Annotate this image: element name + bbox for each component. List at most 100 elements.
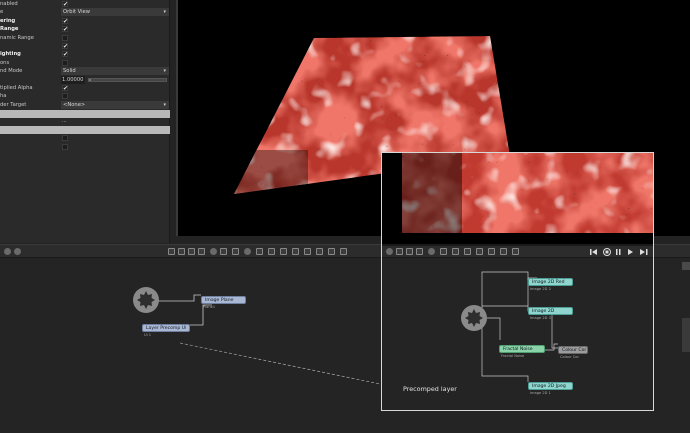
property-label: e xyxy=(0,9,4,16)
property-slider[interactable] xyxy=(88,77,167,82)
gear-icon[interactable] xyxy=(198,248,205,255)
layer-precomp-node[interactable]: Layer Precomp Ui xyxy=(142,324,190,332)
zoom-icon[interactable] xyxy=(280,248,287,255)
node-label: Image 2D Jpeg xyxy=(532,384,566,389)
property-dropdown[interactable]: Solid ▾ xyxy=(61,67,169,76)
property-row: namic Range xyxy=(0,34,170,42)
property-checkbox[interactable]: ✔ xyxy=(62,1,68,8)
skip-back-icon[interactable] xyxy=(590,249,597,255)
frame-icon[interactable] xyxy=(452,248,459,255)
settings-icon[interactable] xyxy=(512,248,519,255)
node-sublabel: Plane1 xyxy=(203,305,216,309)
node-sublabel: Fractal Noise xyxy=(501,354,525,358)
grid-icon[interactable] xyxy=(188,248,195,255)
property-row: ✔ xyxy=(0,42,170,50)
property-label: der Target xyxy=(0,101,27,108)
inset-screenshot: Image 2D Red Image 2D 2 Image 2D Image 2… xyxy=(381,152,654,411)
node-icon[interactable] xyxy=(14,248,21,255)
property-row: e Orbit View ▾ xyxy=(0,8,170,17)
fit-icon[interactable] xyxy=(292,248,299,255)
property-label: nabled xyxy=(0,1,18,7)
property-label: namic Range xyxy=(0,34,34,41)
play-icon[interactable] xyxy=(628,249,633,255)
layers-icon[interactable] xyxy=(406,248,413,255)
colour-correct-node[interactable]: Colour Cor xyxy=(558,346,588,354)
view-icon[interactable] xyxy=(304,248,311,255)
image-2d-node[interactable]: Image 2D xyxy=(528,307,573,315)
property-bar[interactable] xyxy=(0,126,170,134)
property-checkbox[interactable] xyxy=(62,93,68,100)
image-plane-node[interactable]: Image Plane xyxy=(201,296,246,304)
property-label: tiplied Alpha xyxy=(0,85,33,91)
node-label: Layer Precomp Ui xyxy=(146,326,187,331)
property-row: nd Mode Solid ▾ xyxy=(0,67,170,76)
copy-icon[interactable] xyxy=(168,248,175,255)
property-label: Range xyxy=(0,26,19,33)
pause-icon[interactable] xyxy=(616,249,621,255)
align-icon[interactable] xyxy=(268,248,275,255)
eye-icon[interactable] xyxy=(428,248,435,255)
playback-controls xyxy=(590,248,648,256)
property-row: ering ✔ xyxy=(0,17,170,25)
property-checkbox[interactable]: ✔ xyxy=(62,26,68,33)
inset-toolbar xyxy=(382,246,653,258)
app-window: nabled ✔ e Orbit View ▾ ering ✔ Range ✔ namic Ran… xyxy=(0,0,690,433)
property-row: nabled ✔ xyxy=(0,0,170,8)
snap-icon[interactable] xyxy=(464,248,471,255)
fractal-noise-node[interactable]: Fractal Noise xyxy=(499,345,545,353)
property-label: ering xyxy=(0,17,16,24)
property-checkbox[interactable]: ✔ xyxy=(62,51,68,58)
node-label: Image 2D xyxy=(532,309,555,314)
image-2d-jpeg-node[interactable]: Image 2D Jpeg xyxy=(528,382,573,390)
node-sublabel: Image 2D 2 xyxy=(530,287,551,291)
export-icon[interactable] xyxy=(328,248,335,255)
settings-icon[interactable] xyxy=(340,248,347,255)
inset-gear-icon[interactable] xyxy=(460,304,488,332)
precomped-layer-caption: Precomped layer xyxy=(403,385,457,393)
filter-icon[interactable] xyxy=(220,248,227,255)
record-icon[interactable] xyxy=(244,248,251,255)
property-checkbox[interactable] xyxy=(62,59,68,66)
node-label: Image Plane xyxy=(205,298,234,303)
trailing-checkbox[interactable] xyxy=(62,144,68,150)
node-sublabel: Image 2D 3 xyxy=(530,316,551,320)
property-dropdown[interactable]: <None> ▾ xyxy=(61,100,169,109)
property-checkbox[interactable] xyxy=(62,34,68,41)
properties-panel: nabled ✔ e Orbit View ▾ ering ✔ Range ✔ namic Ran… xyxy=(0,0,170,243)
inset-texture xyxy=(402,153,653,233)
property-checkbox[interactable]: ✔ xyxy=(62,17,68,24)
grid-icon[interactable] xyxy=(416,248,423,255)
property-row xyxy=(0,134,170,142)
property-checkbox[interactable]: ✔ xyxy=(62,85,68,92)
stop-icon[interactable] xyxy=(603,248,611,256)
property-label: ons xyxy=(0,59,10,66)
panel-handle[interactable] xyxy=(682,262,690,270)
chevron-down-icon: ▾ xyxy=(163,68,166,75)
panel-scrollbar[interactable] xyxy=(682,318,690,352)
link-icon[interactable] xyxy=(4,248,11,255)
root-gear-icon[interactable] xyxy=(132,286,160,314)
property-dropdown[interactable]: Orbit View ▾ xyxy=(61,8,169,17)
frame-icon[interactable] xyxy=(232,248,239,255)
property-checkbox[interactable]: ✔ xyxy=(62,43,68,50)
snap-icon[interactable] xyxy=(256,248,263,255)
skip-forward-icon[interactable] xyxy=(640,249,648,255)
zoom-icon[interactable] xyxy=(476,248,483,255)
view-icon[interactable] xyxy=(500,248,507,255)
layout-icon[interactable] xyxy=(316,248,323,255)
property-number-field[interactable]: 1.00000 xyxy=(61,75,85,84)
property-bar[interactable] xyxy=(0,110,170,118)
node-label: Image 2D Red xyxy=(532,280,565,285)
node-label: Fractal Noise xyxy=(503,347,533,352)
property-label: ha xyxy=(0,93,7,100)
dropdown-value: <None> xyxy=(63,101,86,108)
layers-icon[interactable] xyxy=(178,248,185,255)
filter-icon[interactable] xyxy=(440,248,447,255)
eye-icon[interactable] xyxy=(210,248,217,255)
fit-icon[interactable] xyxy=(488,248,495,255)
link-icon[interactable] xyxy=(386,248,393,255)
dropdown-value: Orbit View xyxy=(63,9,90,16)
copy-icon[interactable] xyxy=(396,248,403,255)
trailing-checkbox[interactable] xyxy=(62,135,68,141)
image-2d-red-node[interactable]: Image 2D Red xyxy=(528,278,573,286)
